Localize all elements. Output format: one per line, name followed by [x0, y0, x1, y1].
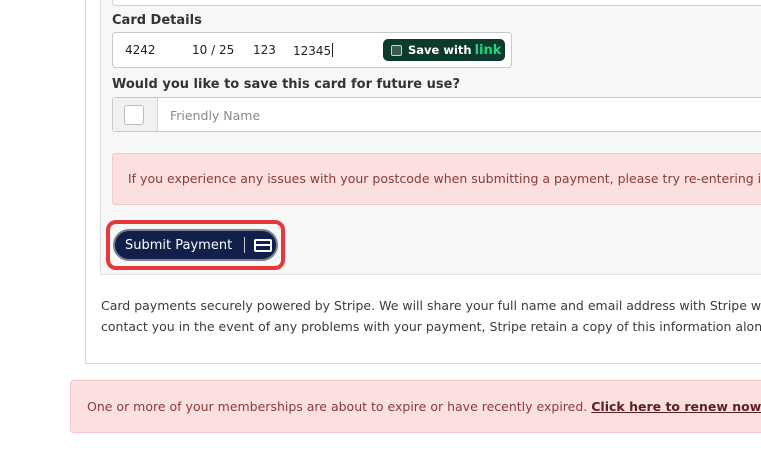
disclaimer-line-1: Card payments securely powered by Stripe…	[101, 298, 761, 313]
save-card-label: Would you like to save this card for fut…	[112, 77, 461, 92]
previous-field	[112, 0, 761, 6]
expiry-alert-text: One or more of your memberships are abou…	[87, 399, 588, 414]
link-button-prefix: Save with	[408, 43, 472, 57]
card-expiry-input[interactable]: 10 / 25	[192, 43, 234, 57]
link-checkbox[interactable]	[391, 44, 402, 56]
renew-now-link[interactable]: Click here to renew now	[591, 399, 761, 414]
credit-card-icon	[254, 238, 273, 252]
card-postcode-input[interactable]: 12345	[293, 43, 334, 58]
text-caret	[332, 43, 334, 57]
friendly-name-input[interactable]	[158, 98, 761, 133]
submit-payment-button[interactable]: Submit Payment	[113, 229, 278, 261]
save-card-row	[112, 97, 761, 133]
link-logo: link	[474, 42, 502, 58]
card-details-label: Card Details	[112, 13, 202, 28]
save-card-checkbox[interactable]	[124, 105, 144, 125]
card-cvc-input[interactable]: 123	[253, 43, 276, 57]
membership-expiry-alert: One or more of your memberships are abou…	[70, 380, 761, 433]
button-divider	[244, 237, 246, 253]
save-card-addon	[113, 98, 158, 131]
submit-payment-label: Submit Payment	[125, 237, 233, 253]
stripe-disclaimer: Card payments securely powered by Stripe…	[101, 295, 761, 337]
card-number-input[interactable]: 4242	[125, 43, 156, 57]
disclaimer-line-2: contact you in the event of any problems…	[101, 319, 761, 334]
save-with-link-button[interactable]: Save with link	[383, 39, 505, 61]
postcode-alert: If you experience any issues with your p…	[112, 153, 761, 205]
